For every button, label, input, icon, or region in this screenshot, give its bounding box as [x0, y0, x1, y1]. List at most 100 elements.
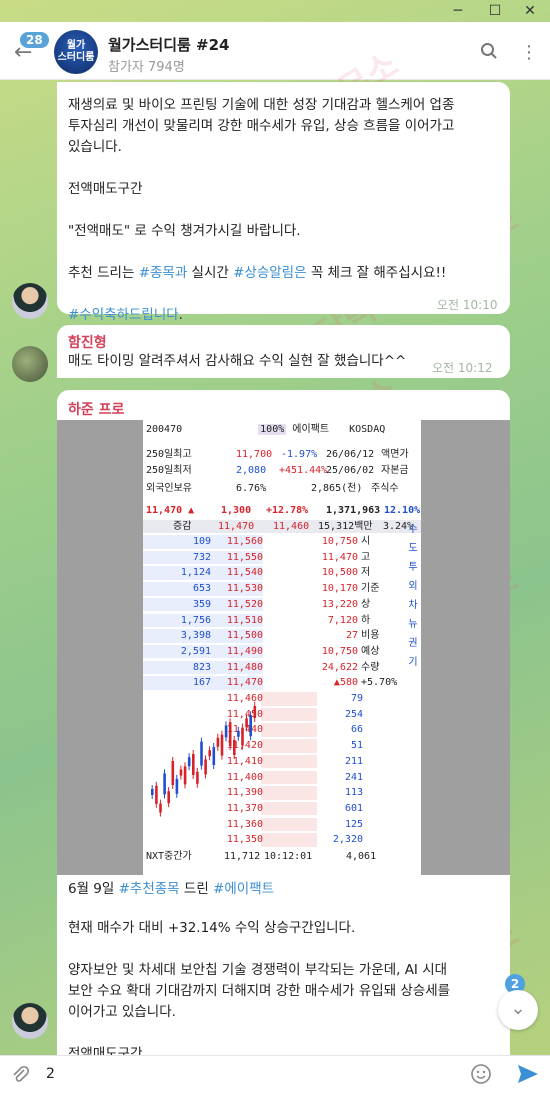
info-value: 2,865(천)	[311, 483, 363, 494]
sender-avatar[interactable]	[12, 346, 48, 382]
ask-price: 11,490	[226, 645, 263, 657]
stock-screenshot-image[interactable]: 200470 100% 에이팩트 KOSDAQ 250일최고 11,700 -1…	[57, 420, 510, 875]
orderbook-header-cell: 11,470	[218, 521, 255, 532]
volume-ratio: 12.10%	[384, 505, 421, 516]
candle-body	[237, 730, 240, 737]
attach-icon[interactable]	[10, 1064, 30, 1088]
message-time: 오전 10:10	[437, 298, 498, 312]
info-label: 저	[361, 567, 371, 579]
maximize-button[interactable]: ☐	[487, 3, 503, 19]
candle-body	[179, 769, 183, 776]
footer-time: 10:12:01	[264, 851, 313, 862]
info-value: 2,080	[236, 465, 267, 476]
message-text: 재생의료 및 바이오 프린팅 기술에 대한 성장 기대감과 헬스케어 업종 투자…	[68, 95, 508, 326]
send-icon[interactable]	[516, 1063, 540, 1089]
emoji-icon[interactable]	[470, 1063, 492, 1089]
bid-volume: 66	[350, 724, 363, 736]
hashtag-link[interactable]: #수익축하드립니다	[68, 307, 179, 323]
caption-text: 드린	[179, 881, 214, 897]
message-body: 재생의료 및 바이오 프린팅 기술에 대한 성장 기대감과 헬스케어 업종 투자…	[68, 97, 455, 281]
orderbook-ask-row[interactable]: 1,756 11,510 7,120 하	[143, 613, 421, 627]
side-tab[interactable]: 기	[405, 653, 421, 672]
info-value: 27	[345, 630, 358, 642]
candle-body	[253, 706, 257, 718]
candlestick-chart	[151, 702, 257, 817]
change-percent: +12.78%	[266, 505, 309, 516]
bid-row-bg	[261, 739, 317, 753]
candle-body	[167, 791, 170, 804]
sender-name[interactable]: 하준 프로	[68, 399, 124, 419]
orderbook-ask-row[interactable]: 2,591 11,490 10,750 예상	[143, 644, 421, 659]
bid-volume: 241	[344, 771, 363, 783]
candle-body	[187, 757, 191, 767]
info-label: 기준	[361, 583, 380, 595]
orderbook-ask-row[interactable]: 653 11,530 10,170 기준	[143, 582, 421, 596]
change-arrow: ▲	[188, 505, 195, 516]
message-bubble: 재생의료 및 바이오 프린팅 기술에 대한 성장 기대감과 헬스케어 업종 투자…	[57, 82, 510, 323]
candle-body	[192, 754, 195, 775]
stock-info-row: 250일최저 2,080 +451.44% 25/06/02 자본금	[146, 464, 409, 477]
message-input-bar: 2	[0, 1055, 550, 1093]
stock-name: 에이팩트	[292, 424, 330, 435]
info-label: 250일최저	[146, 465, 192, 476]
candle-body	[171, 761, 175, 785]
ask-volume: 1,756	[180, 614, 211, 626]
side-tab[interactable]: 수	[405, 520, 421, 539]
side-tab[interactable]: 권	[405, 634, 421, 653]
volume: 1,371,963	[326, 505, 381, 516]
channel-avatar[interactable]: 월가 스터디룸	[54, 30, 98, 74]
bid-row-bg	[261, 801, 317, 816]
close-window-button[interactable]: ✕	[522, 3, 538, 19]
candle-body	[204, 759, 207, 775]
info-label: 자본금	[381, 465, 409, 476]
orderbook-ask-row[interactable]: 823 11,480 24,622 수량	[143, 660, 421, 675]
candle-body	[228, 722, 232, 747]
hashtag-link[interactable]: #종목과	[139, 265, 188, 281]
hashtag-link[interactable]: #상승알림은	[233, 265, 306, 281]
orderbook-ask-row[interactable]: 732 11,550 11,470 고	[143, 550, 421, 565]
info-label: 비용	[361, 630, 380, 642]
orderbook-ask-row[interactable]: 3,398 11,500 27 비용	[143, 629, 421, 643]
side-tab[interactable]: 투	[405, 558, 421, 577]
sender-avatar[interactable]	[12, 1003, 48, 1039]
channel-title[interactable]: 월가스터디룸 #24	[108, 34, 229, 55]
side-tab[interactable]: 도	[405, 539, 421, 558]
message-time: 오전 10:12	[432, 361, 493, 375]
chat-header: ← 28 월가 스터디룸 월가스터디룸 #24 참가자 794명 ⋮	[0, 22, 550, 80]
sender-avatar[interactable]	[12, 283, 48, 319]
stock-market: KOSDAQ	[349, 424, 386, 435]
hashtag-link[interactable]: #에이팩트	[213, 881, 274, 897]
info-date: 25/06/02	[326, 465, 375, 476]
message-input[interactable]: 2	[46, 1066, 55, 1082]
message-body: .	[178, 307, 183, 323]
orderbook-ask-row[interactable]: 1,124 11,540 10,500 저	[143, 566, 421, 580]
orderbook-ask-row[interactable]: 109 11,560 10,750 시	[143, 535, 421, 549]
stock-order-panel: 200470 100% 에이팩트 KOSDAQ 250일최고 11,700 -1…	[143, 420, 421, 875]
hashtag-link[interactable]: #추천종목	[119, 881, 180, 897]
ask-price: 11,510	[226, 614, 263, 626]
candle-body	[208, 750, 211, 757]
info-value: 10,750	[321, 536, 358, 547]
info-date: 26/06/12	[326, 449, 375, 460]
side-tab[interactable]: 차	[405, 596, 421, 615]
scroll-down-button[interactable]: ⌄	[498, 990, 538, 1030]
search-icon[interactable]	[480, 42, 498, 65]
side-tab[interactable]: 뉴	[405, 615, 421, 634]
ask-volume: 359	[192, 598, 211, 610]
bid-row-bg	[261, 707, 317, 722]
candle-body	[151, 789, 154, 795]
ask-price: 11,540	[226, 567, 263, 579]
candle-body	[245, 718, 248, 728]
minimize-button[interactable]: ─	[450, 3, 466, 19]
sender-name[interactable]: 함진형	[68, 332, 107, 352]
candle-body	[220, 734, 224, 756]
bid-volume: 51	[350, 740, 363, 752]
ask-price: 11,500	[226, 630, 263, 642]
side-tabs: 수도투외차뉴권기	[405, 520, 421, 672]
caption-text: 6월 9일	[68, 881, 119, 897]
more-menu-icon[interactable]: ⋮	[520, 42, 538, 63]
orderbook-ask-row[interactable]: 359 11,520 13,220 상	[143, 597, 421, 612]
bid-row-bg	[261, 723, 317, 737]
side-tab[interactable]: 외	[405, 577, 421, 596]
info-value: 11,470	[321, 551, 358, 563]
